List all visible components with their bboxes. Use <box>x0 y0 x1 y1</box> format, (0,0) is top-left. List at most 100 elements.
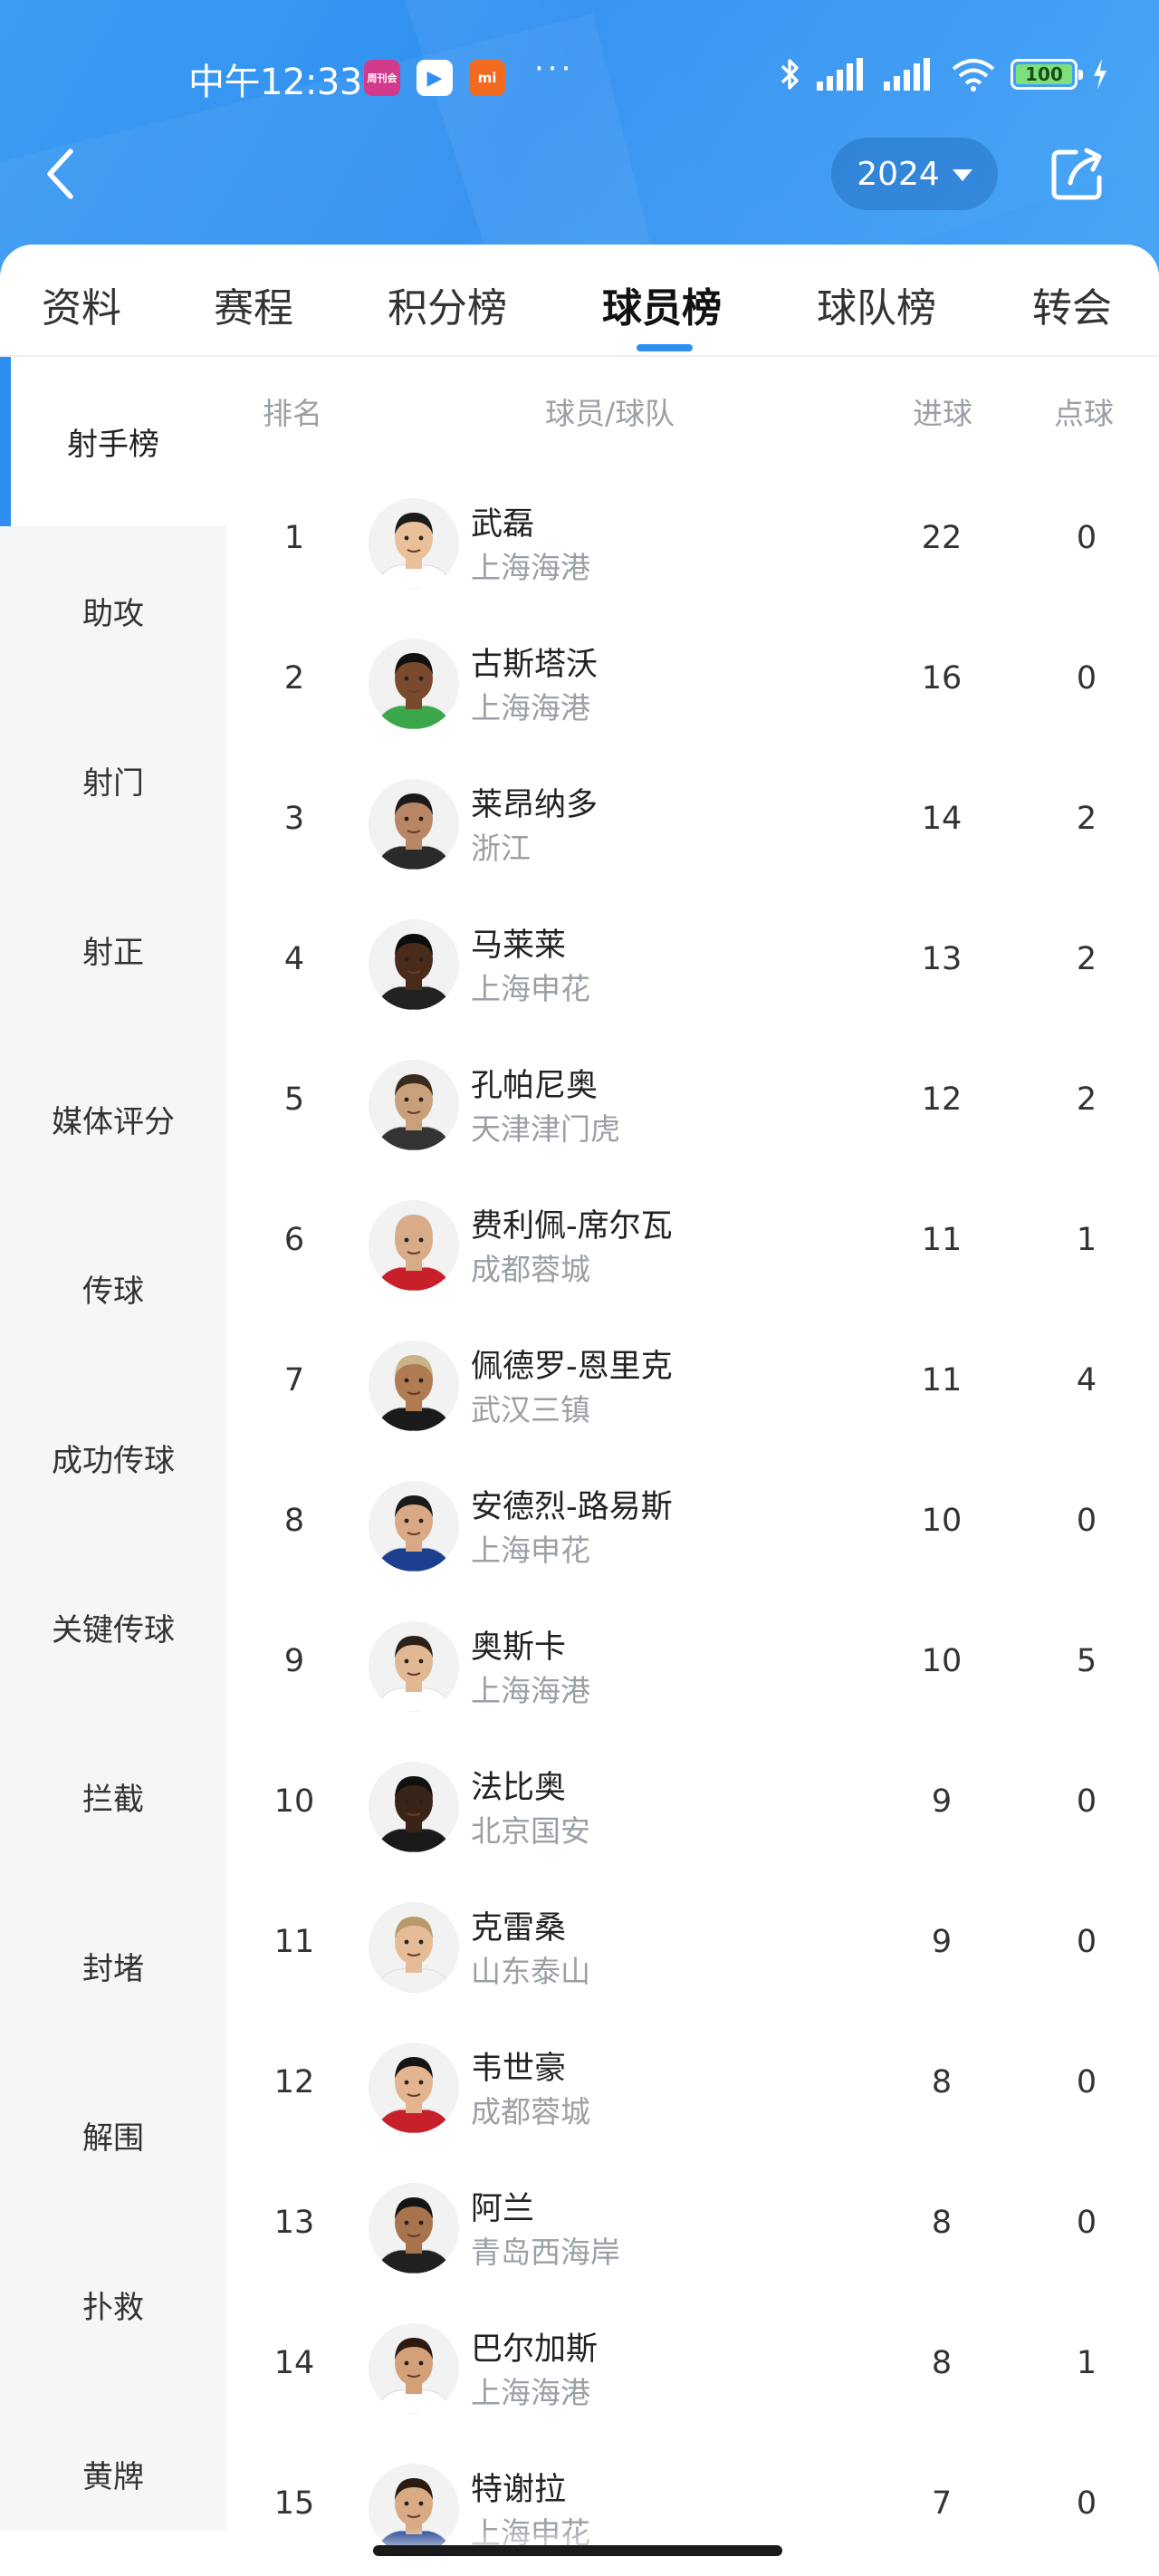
menu-item-label: 助攻 <box>82 596 144 632</box>
table-row[interactable]: 7 佩德罗-恩里克 武汉三镇 11 4 <box>226 1315 1159 1456</box>
menu-item-shots[interactable]: 射门 <box>0 696 226 865</box>
player-photo-icon <box>369 639 459 729</box>
player-name: 巴尔加斯 <box>471 2331 599 2368</box>
menu-item-successful-passes[interactable]: 成功传球 <box>0 1373 226 1543</box>
menu-item-saves[interactable]: 扑救 <box>0 2220 226 2389</box>
player-team: 成都蓉城 <box>471 2094 590 2129</box>
player-avatar <box>369 1621 459 1712</box>
player-photo-icon <box>369 1481 459 1572</box>
caret-down-icon <box>952 168 972 181</box>
home-indicator[interactable] <box>373 2545 782 2556</box>
table-row[interactable]: 4 马莱莱 上海申花 13 2 <box>226 894 1159 1034</box>
rank-value: 4 <box>283 941 305 977</box>
goals-value: 8 <box>931 2064 953 2100</box>
avatar-eye-right <box>418 2220 424 2225</box>
menu-item-media-rating[interactable]: 媒体评分 <box>0 1034 226 1204</box>
player-name: 法比奥 <box>471 1770 567 1806</box>
player-avatar <box>369 1200 459 1291</box>
table-row[interactable]: 2 古斯塔沃 上海海港 16 0 <box>226 613 1159 754</box>
table-row[interactable]: 6 费利佩-席尔瓦 成都蓉城 11 1 <box>226 1175 1159 1315</box>
table-row[interactable]: 9 奥斯卡 上海海港 10 5 <box>226 1596 1159 1736</box>
penalties-value: 0 <box>1076 1503 1097 1539</box>
goals-value: 12 <box>921 1081 963 1118</box>
menu-item-shots-on-target[interactable]: 射正 <box>0 865 226 1034</box>
player-name: 费利佩-席尔瓦 <box>471 1208 673 1245</box>
signal-icon <box>817 58 863 91</box>
player-name: 奥斯卡 <box>471 1629 567 1666</box>
signal-icon-2 <box>884 58 930 91</box>
player-team: 青岛西海岸 <box>471 2235 620 2270</box>
menu-item-label: 射门 <box>82 765 144 802</box>
player-team: 上海申花 <box>471 1533 590 1568</box>
tab-transfers[interactable]: 转会 <box>1032 275 1112 333</box>
menu-item-clearances[interactable]: 解围 <box>0 2051 226 2220</box>
table-row[interactable]: 1 武磊 上海海港 22 0 <box>226 473 1159 613</box>
menu-item-label: 关键传球 <box>52 1612 175 1648</box>
chevron-left-icon <box>47 149 73 199</box>
penalties-value: 0 <box>1076 520 1097 556</box>
goals-value: 13 <box>921 941 963 977</box>
tab-bar: 资料 赛程 积分榜 球员榜 球队榜 转会 <box>0 245 1159 357</box>
avatar-eye-right <box>418 2501 424 2506</box>
rank-value: 2 <box>283 660 305 697</box>
tab-player-rankings[interactable]: 球员榜 <box>602 275 722 333</box>
menu-item-yellow-cards[interactable]: 黄牌 <box>0 2389 226 2559</box>
goals-value: 8 <box>931 2205 953 2241</box>
player-name: 安德烈-路易斯 <box>471 1489 673 1525</box>
table-row[interactable]: 11 克雷桑 山东泰山 9 0 <box>226 1877 1159 2017</box>
table-row[interactable]: 8 安德烈-路易斯 上海申花 10 0 <box>226 1456 1159 1596</box>
share-button[interactable] <box>1047 143 1108 205</box>
table-row[interactable]: 10 法比奥 北京国安 9 0 <box>226 1736 1159 1877</box>
season-selector[interactable]: 2024 <box>831 138 998 210</box>
menu-item-label: 射手榜 <box>67 427 159 463</box>
player-avatar <box>369 779 459 870</box>
menu-item-top-scorers[interactable]: 射手榜 <box>0 357 226 526</box>
menu-item-blocks[interactable]: 封堵 <box>0 1881 226 2051</box>
rank-value: 10 <box>273 1783 315 1820</box>
table-row[interactable]: 5 孔帕尼奥 天津津门虎 12 2 <box>226 1034 1159 1175</box>
avatar-eye-right <box>418 1237 424 1243</box>
avatar-eye-left <box>404 2360 409 2366</box>
rank-value: 11 <box>273 1924 315 1960</box>
menu-item-assists[interactable]: 助攻 <box>0 526 226 696</box>
table-row[interactable]: 3 莱昂纳多 浙江 14 2 <box>226 754 1159 894</box>
player-photo-icon <box>369 1762 459 1852</box>
penalties-value: 5 <box>1076 1643 1097 1679</box>
menu-item-key-passes[interactable]: 关键传球 <box>0 1543 226 1712</box>
menu-item-label: 封堵 <box>82 1951 144 1987</box>
avatar-eye-right <box>418 1799 424 1804</box>
avatar-eye-right <box>418 2360 424 2366</box>
menu-item-interceptions[interactable]: 拦截 <box>0 1712 226 1881</box>
header-rank: 排名 <box>263 396 322 431</box>
player-name: 马莱莱 <box>471 928 567 964</box>
menu-item-passes[interactable]: 传球 <box>0 1204 226 1373</box>
notification-icons: 周刊会 ▶ mi <box>364 60 505 96</box>
season-year: 2024 <box>857 155 940 193</box>
menu-item-label: 扑救 <box>82 2290 144 2326</box>
rank-value: 6 <box>283 1222 305 1258</box>
avatar-eye-left <box>404 2080 409 2085</box>
table-row[interactable]: 12 韦世豪 成都蓉城 8 0 <box>226 2017 1159 2158</box>
tab-profile[interactable]: 资料 <box>42 275 121 333</box>
avatar-eye-right <box>418 535 424 541</box>
table-row[interactable]: 14 巴尔加斯 上海海港 8 1 <box>226 2298 1159 2438</box>
menu-item-label: 拦截 <box>82 1782 144 1818</box>
battery-level: 100 <box>1025 63 1063 85</box>
goals-value: 9 <box>931 1783 953 1820</box>
avatar-eye-left <box>404 956 409 962</box>
system-indicators: 100 <box>779 56 1108 92</box>
tab-standings[interactable]: 积分榜 <box>388 275 507 333</box>
penalties-value: 2 <box>1076 801 1097 837</box>
avatar-eye-left <box>404 535 409 541</box>
avatar-eye-right <box>418 1939 424 1945</box>
table-row[interactable]: 13 阿兰 青岛西海岸 8 0 <box>226 2158 1159 2298</box>
rank-value: 9 <box>283 1643 305 1679</box>
tab-team-rankings[interactable]: 球队榜 <box>817 275 936 333</box>
avatar-eye-left <box>404 1237 409 1243</box>
avatar-eye-right <box>418 1658 424 1664</box>
avatar-eye-left <box>404 676 409 681</box>
menu-item-label: 黄牌 <box>82 2459 144 2495</box>
back-button[interactable] <box>33 138 87 210</box>
tab-schedule[interactable]: 赛程 <box>214 275 293 333</box>
avatar-eye-right <box>418 816 424 822</box>
